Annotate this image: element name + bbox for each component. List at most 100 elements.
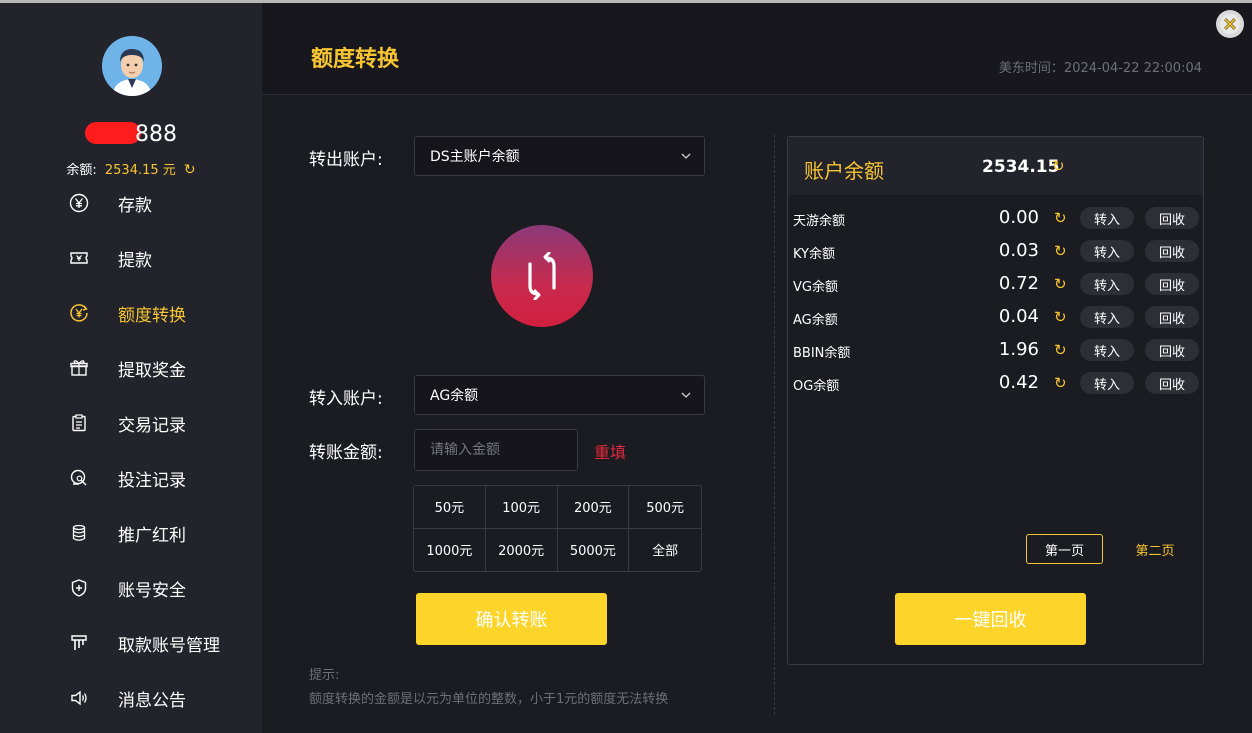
to-account-label: 转入账户:	[309, 389, 383, 409]
quick-amount-100[interactable]: 100元	[485, 486, 558, 529]
gift-icon	[66, 355, 92, 381]
confirm-transfer-button[interactable]: 确认转账	[416, 593, 607, 645]
refresh-icon[interactable]: ↻	[1054, 374, 1067, 392]
platform-name: OG余额	[793, 379, 840, 394]
platform-name: KY余额	[793, 247, 836, 262]
platform-row: 天游余额 0.00 ↻ 转入 回收	[788, 203, 1203, 233]
sidebar-item-label: 消息公告	[118, 690, 186, 711]
shield-icon	[66, 575, 92, 601]
page-2-button[interactable]: 第二页	[1120, 534, 1190, 564]
transfer-in-button[interactable]: 转入	[1080, 207, 1134, 229]
recycle-button[interactable]: 回收	[1145, 273, 1199, 295]
username-redaction	[85, 122, 141, 144]
platform-row: BBIN余额 1.96 ↻ 转入 回收	[788, 335, 1203, 365]
from-account-value: DS主账户余额	[430, 149, 520, 165]
sidebar-item-label: 推广红利	[118, 525, 186, 546]
refresh-icon[interactable]: ↻	[184, 162, 196, 178]
chevron-down-icon	[681, 392, 691, 398]
refresh-icon[interactable]: ↻	[1054, 341, 1067, 359]
sidebar-item-announcements[interactable]: 消息公告	[66, 678, 262, 718]
recycle-button[interactable]: 回收	[1145, 339, 1199, 361]
reset-button[interactable]: 重填	[594, 439, 626, 463]
platform-balance: 0.42	[998, 372, 1039, 393]
transfer-in-button[interactable]: 转入	[1080, 273, 1134, 295]
sidebar-item-transfer[interactable]: 额度转换	[66, 293, 262, 333]
page-1-button[interactable]: 第一页	[1026, 534, 1103, 564]
yen-circle-icon	[66, 190, 92, 216]
quick-amount-200[interactable]: 200元	[557, 486, 630, 529]
platform-name: AG余额	[793, 313, 838, 328]
panel-title: 账户余额	[804, 159, 884, 183]
sidebar-item-bonus[interactable]: 提取奖金	[66, 348, 262, 388]
platform-name: VG余额	[793, 280, 838, 295]
from-account-select[interactable]: DS主账户余额	[414, 136, 705, 176]
from-account-label: 转出账户:	[309, 150, 383, 170]
search-record-icon	[66, 465, 92, 491]
transfer-in-button[interactable]: 转入	[1080, 240, 1134, 262]
yen-exchange-icon	[66, 300, 92, 326]
recycle-button[interactable]: 回收	[1145, 240, 1199, 262]
refresh-icon[interactable]: ↻	[1054, 242, 1067, 260]
swap-accounts-button[interactable]	[491, 225, 593, 327]
user-avatar-icon	[102, 36, 162, 96]
sidebar-item-label: 交易记录	[118, 415, 186, 436]
chevron-down-icon	[681, 153, 691, 159]
platform-balance: 1.96	[998, 339, 1039, 360]
transfer-in-button[interactable]: 转入	[1080, 339, 1134, 361]
sidebar-item-transactions[interactable]: 交易记录	[66, 403, 262, 443]
refresh-icon[interactable]: ↻	[1052, 157, 1065, 175]
close-icon	[1220, 14, 1240, 34]
page-header: 额度转换 美东时间：2024-04-22 22:00:04	[262, 3, 1252, 95]
platform-balance: 0.00	[998, 207, 1039, 228]
refresh-icon[interactable]: ↻	[1054, 209, 1067, 227]
swap-arrows-icon	[528, 252, 556, 300]
sidebar-item-deposit[interactable]: 存款	[66, 183, 262, 223]
sidebar-item-label: 账号安全	[118, 580, 186, 601]
quick-amount-all[interactable]: 全部	[629, 529, 701, 572]
sidebar-item-withdraw-accounts[interactable]: 取款账号管理	[66, 623, 262, 663]
platform-row: AG余额 0.04 ↻ 转入 回收	[788, 302, 1203, 332]
sidebar: 888 余额: 2534.15 元 ↻ 存款 提款 额度转换 提取奖金 交易记录	[0, 3, 262, 733]
avatar[interactable]	[102, 36, 162, 96]
transfer-in-button[interactable]: 转入	[1080, 306, 1134, 328]
clipboard-icon	[66, 410, 92, 436]
amount-input[interactable]	[414, 429, 578, 471]
quick-amount-1000[interactable]: 1000元	[414, 528, 486, 571]
sidebar-item-label: 存款	[118, 195, 152, 216]
platform-name: BBIN余额	[793, 346, 851, 361]
quick-amount-500[interactable]: 500元	[629, 486, 701, 529]
quick-amount-5000[interactable]: 5000元	[558, 528, 630, 571]
transfer-in-button[interactable]: 转入	[1080, 372, 1134, 394]
sidebar-balance: 余额: 2534.15 元 ↻	[0, 159, 262, 178]
refresh-icon[interactable]: ↻	[1054, 308, 1067, 326]
coin-stack-icon	[66, 520, 92, 546]
balance-label: 余额:	[66, 163, 97, 178]
platform-balance: 0.72	[998, 273, 1039, 294]
to-account-value: AG余额	[430, 388, 479, 404]
platform-balance: 0.04	[998, 306, 1039, 327]
recycle-button[interactable]: 回收	[1145, 372, 1199, 394]
sidebar-item-bets[interactable]: 投注记录	[66, 458, 262, 498]
username: 888	[0, 122, 262, 147]
balance-value: 2534.15 元	[104, 163, 176, 178]
sidebar-item-promo[interactable]: 推广红利	[66, 513, 262, 553]
platform-row: OG余额 0.42 ↻ 转入 回收	[788, 368, 1203, 398]
refresh-icon[interactable]: ↻	[1054, 275, 1067, 293]
server-time: 美东时间：2024-04-22 22:00:04	[998, 61, 1202, 76]
sidebar-item-label: 提款	[118, 250, 152, 271]
sidebar-item-security[interactable]: 账号安全	[66, 568, 262, 608]
section-divider	[774, 135, 775, 715]
platform-name: 天游余额	[793, 214, 846, 229]
recycle-button[interactable]: 回收	[1145, 207, 1199, 229]
recycle-all-button[interactable]: 一键回收	[895, 593, 1086, 645]
to-account-select[interactable]: AG余额	[414, 375, 705, 415]
quick-amount-50[interactable]: 50元	[414, 486, 486, 529]
quick-amount-grid: 50元 100元 200元 500元 1000元 2000元 5000元 全部	[413, 485, 702, 572]
sidebar-item-label: 取款账号管理	[118, 635, 220, 656]
close-button[interactable]	[1216, 10, 1244, 38]
sidebar-item-withdraw[interactable]: 提款	[66, 238, 262, 278]
recycle-button[interactable]: 回收	[1145, 306, 1199, 328]
sidebar-item-label: 提取奖金	[118, 360, 186, 381]
quick-amount-2000[interactable]: 2000元	[486, 528, 558, 571]
tip-title: 提示:	[309, 668, 340, 683]
